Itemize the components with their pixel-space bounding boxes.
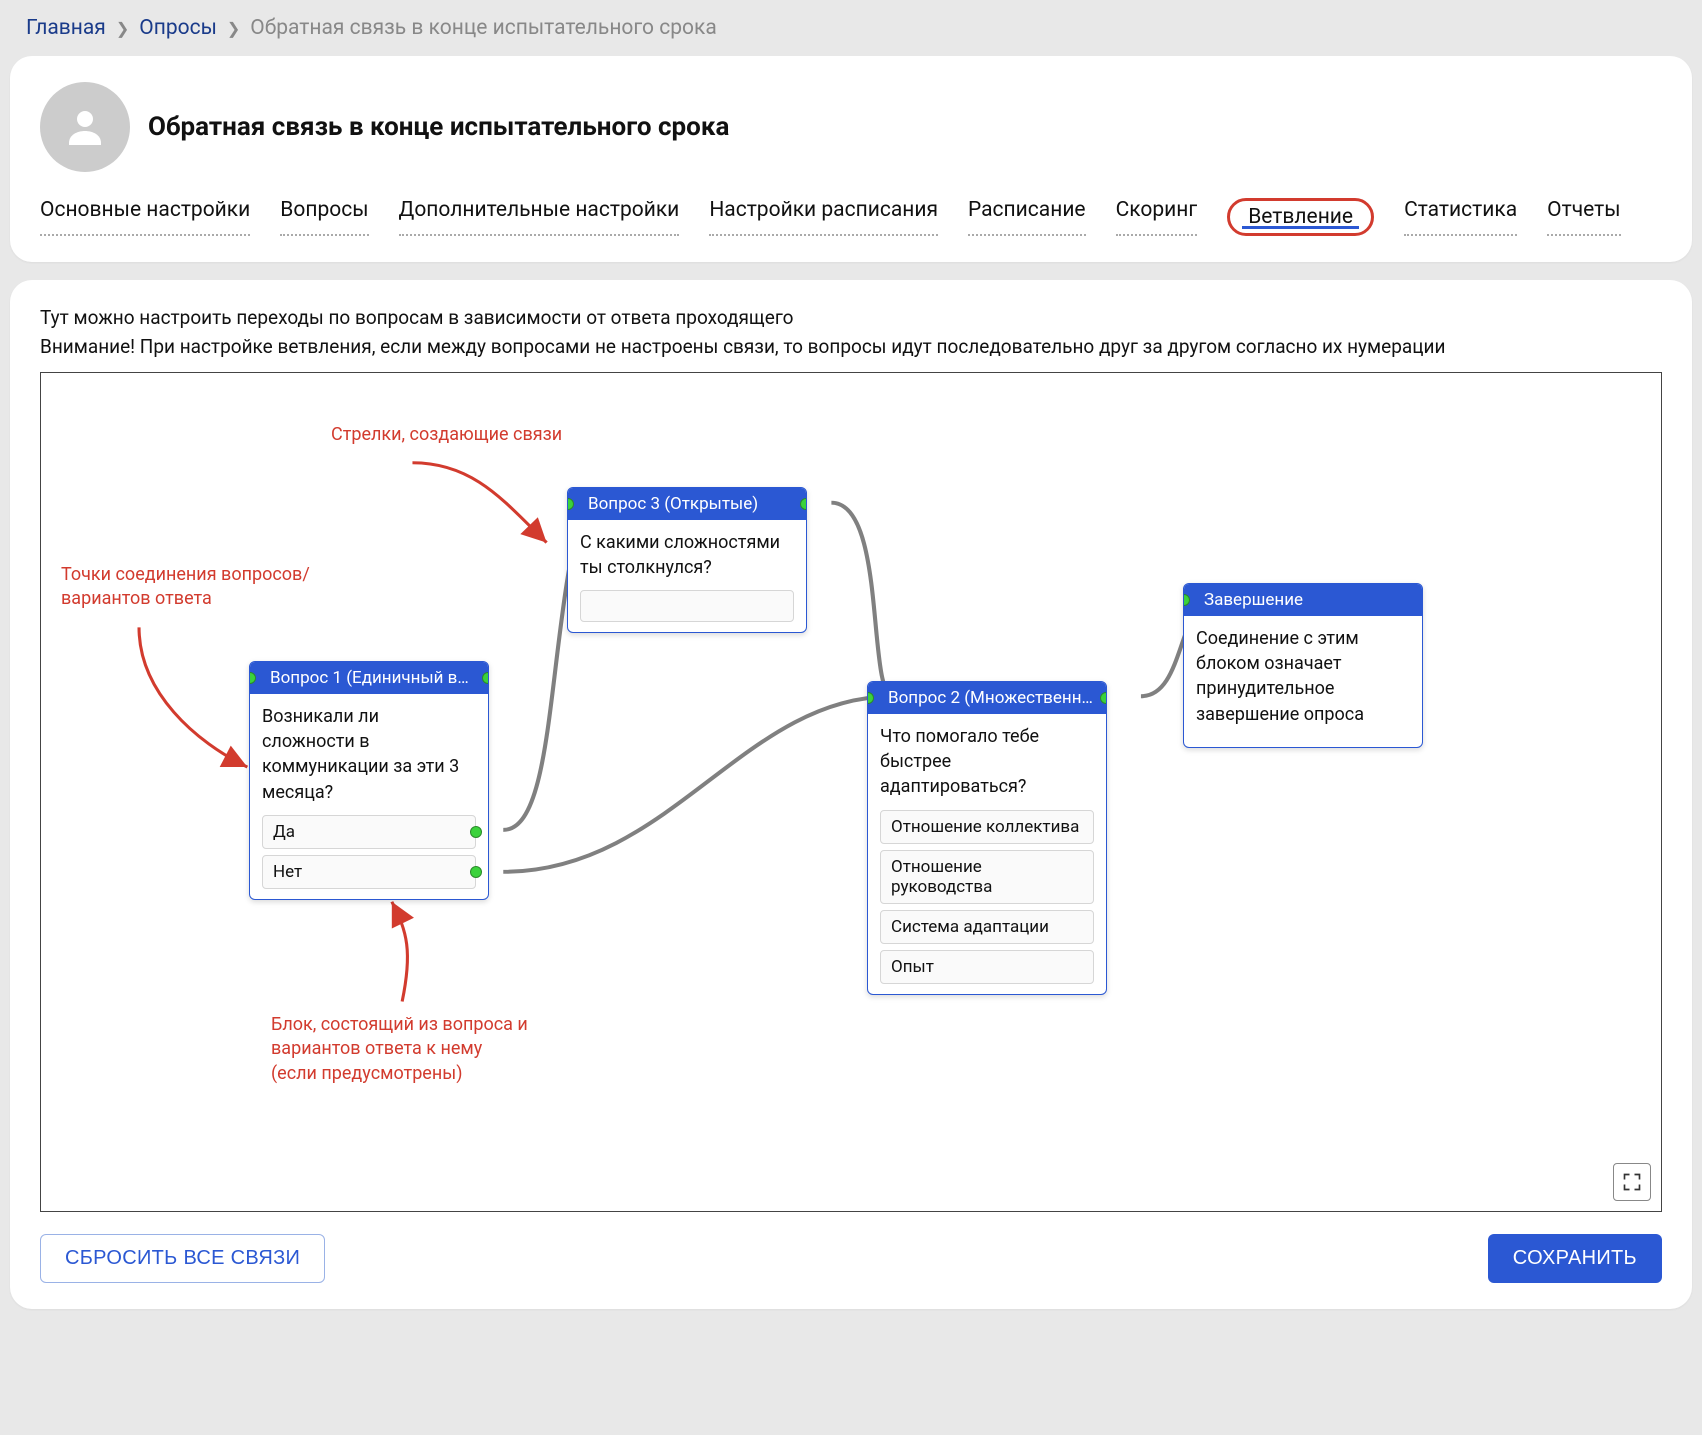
node-question-1[interactable]: Вопрос 1 (Единичный в… Возникали ли слож… <box>249 661 489 900</box>
connection-dot-icon[interactable] <box>868 692 874 704</box>
branching-card: Тут можно настроить переходы по вопросам… <box>10 280 1692 1309</box>
node-question-2[interactable]: Вопрос 2 (Множественн… Что помогало тебе… <box>867 681 1107 995</box>
fullscreen-button[interactable] <box>1613 1163 1651 1201</box>
node-q2-answer-2[interactable]: Отношение руководства <box>880 850 1094 904</box>
annotation-dots: Точки соединения вопросов/вариантов отве… <box>61 563 321 612</box>
tab-branching[interactable]: Ветвление <box>1227 198 1374 236</box>
connection-dot-icon[interactable] <box>1184 594 1190 606</box>
tab-additional-settings[interactable]: Дополнительные настройки <box>399 198 680 236</box>
node-q1-question: Возникали ли сложности в коммуникации за… <box>262 704 476 805</box>
node-question-3[interactable]: Вопрос 3 (Открытые) С какими сложностями… <box>567 487 807 633</box>
tab-scoring[interactable]: Скоринг <box>1116 198 1198 236</box>
answer-label: Да <box>273 822 295 842</box>
crumb-current: Обратная связь в конце испытательного ср… <box>250 16 716 40</box>
annotation-block: Блок, состоящий из вопроса и вариантов о… <box>271 1013 531 1086</box>
node-q1-answer-no[interactable]: Нет <box>262 855 476 889</box>
node-end-text: Соединение с этим блоком означает принуд… <box>1196 626 1410 727</box>
info-line-1: Тут можно настроить переходы по вопросам… <box>40 306 1662 329</box>
person-icon <box>61 103 109 151</box>
node-q2-title: Вопрос 2 (Множественн… <box>888 688 1093 708</box>
tab-reports[interactable]: Отчеты <box>1547 198 1620 236</box>
chevron-right-icon: ❯ <box>116 19 129 38</box>
answer-label: Нет <box>273 862 302 882</box>
footer-actions: СБРОСИТЬ ВСЕ СВЯЗИ СОХРАНИТЬ <box>40 1234 1662 1283</box>
answer-label: Система адаптации <box>891 917 1049 937</box>
node-q2-header[interactable]: Вопрос 2 (Множественн… <box>868 682 1106 714</box>
answer-label: Отношение коллектива <box>891 817 1079 837</box>
connection-dot-icon[interactable] <box>470 826 482 838</box>
node-q3-answer-empty[interactable] <box>580 590 794 622</box>
connection-dot-icon[interactable] <box>800 498 806 510</box>
tab-schedule[interactable]: Расписание <box>968 198 1086 236</box>
node-end-header[interactable]: Завершение <box>1184 584 1422 616</box>
node-end-title: Завершение <box>1204 590 1303 610</box>
branching-canvas[interactable]: Стрелки, создающие связи Точки соединени… <box>40 372 1662 1212</box>
chevron-right-icon: ❯ <box>227 19 240 38</box>
breadcrumb: Главная ❯ Опросы ❯ Обратная связь в конц… <box>10 10 1692 56</box>
node-end[interactable]: Завершение Соединение с этим блоком озна… <box>1183 583 1423 748</box>
node-q2-answer-1[interactable]: Отношение коллектива <box>880 810 1094 844</box>
tab-schedule-settings[interactable]: Настройки расписания <box>709 198 938 236</box>
connection-dot-icon[interactable] <box>470 866 482 878</box>
page-title: Обратная связь в конце испытательного ср… <box>148 112 729 142</box>
node-q3-header[interactable]: Вопрос 3 (Открытые) <box>568 488 806 520</box>
answer-label: Отношение руководства <box>891 857 992 897</box>
crumb-surveys[interactable]: Опросы <box>139 16 217 40</box>
crumb-home[interactable]: Главная <box>26 16 106 40</box>
tabs: Основные настройки Вопросы Дополнительны… <box>40 198 1662 236</box>
node-q2-question: Что помогало тебе быстрее адаптироваться… <box>880 724 1094 800</box>
node-q1-title: Вопрос 1 (Единичный в… <box>270 668 469 688</box>
fullscreen-icon <box>1622 1172 1642 1192</box>
connection-dot-icon[interactable] <box>250 672 256 684</box>
avatar <box>40 82 130 172</box>
annotation-arrows: Стрелки, создающие связи <box>331 423 562 447</box>
node-q3-question: С какими сложностями ты столкнулся? <box>580 530 794 580</box>
header-card: Обратная связь в конце испытательного ср… <box>10 56 1692 262</box>
tab-main-settings[interactable]: Основные настройки <box>40 198 250 236</box>
answer-label: Опыт <box>891 957 934 977</box>
tab-questions[interactable]: Вопросы <box>280 198 368 236</box>
info-line-2: Внимание! При настройке ветвления, если … <box>40 335 1662 358</box>
save-button[interactable]: СОХРАНИТЬ <box>1488 1234 1662 1283</box>
reset-connections-button[interactable]: СБРОСИТЬ ВСЕ СВЯЗИ <box>40 1234 325 1283</box>
node-q1-header[interactable]: Вопрос 1 (Единичный в… <box>250 662 488 694</box>
node-q2-answer-4[interactable]: Опыт <box>880 950 1094 984</box>
node-q2-answer-3[interactable]: Система адаптации <box>880 910 1094 944</box>
node-q1-answer-yes[interactable]: Да <box>262 815 476 849</box>
connection-dot-icon[interactable] <box>482 672 488 684</box>
connection-dot-icon[interactable] <box>1100 692 1106 704</box>
tab-statistics[interactable]: Статистика <box>1404 198 1517 236</box>
node-q3-title: Вопрос 3 (Открытые) <box>588 494 758 514</box>
connection-dot-icon[interactable] <box>568 498 574 510</box>
